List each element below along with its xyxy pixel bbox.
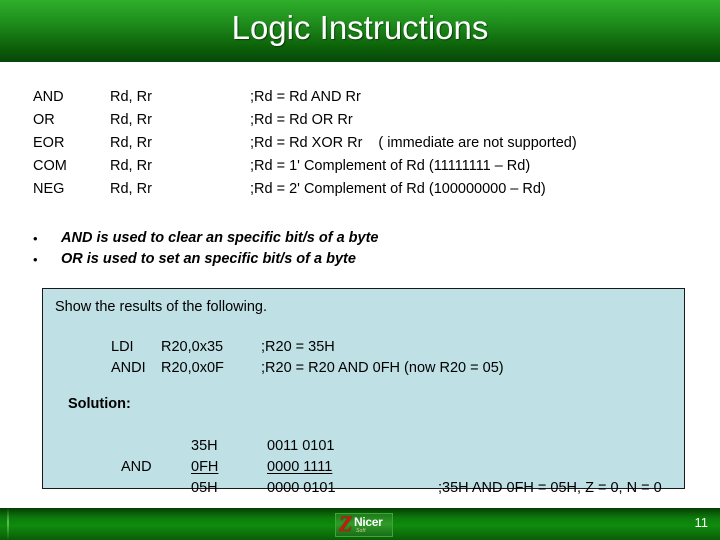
instruction-comment: ;Rd = Rd OR Rr [250,109,369,132]
list-item: • AND is used to clear an specific bit/s… [33,228,673,249]
instruction-comment-text: ;Rd = 1' Complement of Rd (11111111 – Rd… [250,158,531,174]
instruction-operands: Rd, Rr [110,112,152,128]
instruction-operands: Rd, Rr [110,158,152,174]
bullet-icon: • [33,252,38,267]
instruction-comment-text: ;Rd = Rd AND Rr [250,89,361,105]
instruction-operands: Rd, Rr [110,181,152,197]
code-opcode: ANDI [111,360,146,376]
instruction-comment: ;Rd = Rd XOR Rr ( immediate are not suppo… [250,132,577,155]
code-opcode: LDI [111,339,134,355]
list-item: • OR is used to set an specific bit/s of… [33,249,673,270]
instruction-mnemonic: NEG [33,181,65,197]
instruction-note [361,89,377,105]
instruction-note [546,181,562,197]
logo-badge: Z Nicer Soft [335,513,393,537]
example-box: Show the results of the following. LDI R… [42,288,686,496]
bullet-text: AND is used to clear an specific bit/s o… [61,230,379,246]
instruction-comment: ;Rd = Rd AND Rr [250,86,377,109]
instruction-table: AND Rd, Rr ;Rd = Rd AND Rr OR Rd, Rr ;Rd… [33,86,693,201]
calculation-row: 35H 0011 0101 [43,436,686,457]
code-comment: ;R20 = 35H [261,339,335,355]
instruction-mnemonic: AND [33,89,64,105]
calculation-binary: 0000 1111 [267,459,333,475]
calculation-hex: 0FH [191,459,219,475]
page-title: Logic Instructions [231,9,489,46]
example-prompt: Show the results of the following. [55,299,267,315]
instruction-mnemonic: EOR [33,135,65,151]
bullet-icon: • [33,231,38,246]
calculation-hex: 05H [191,480,218,496]
code-operands: R20,0x35 [161,339,224,355]
instruction-comment: ;Rd = 1' Complement of Rd (11111111 – Rd… [250,155,546,178]
footer-accent-line [7,508,9,540]
calculation-note: ;35H AND 0FH = 05H, Z = 0, N = 0 [438,480,662,496]
code-line: ANDI R20,0x0F ;R20 = R20 AND 0FH (now R2… [43,358,686,379]
code-block: LDI R20,0x35 ;R20 = 35H ANDI R20,0x0F ;R… [43,337,686,379]
calculation-operator: AND [121,459,152,475]
calculation-row: 05H 0000 0101 ;35H AND 0FH = 05H, Z = 0,… [43,478,686,499]
calculation-binary: 0011 0101 [267,438,335,454]
calculation-binary: 0000 0101 [267,480,336,496]
instruction-note [353,112,369,128]
bullet-text: OR is used to set an specific bit/s of a… [61,251,356,267]
instruction-mnemonic: OR [33,112,55,128]
solution-label: Solution: [68,396,131,412]
table-row: AND Rd, Rr ;Rd = Rd AND Rr [33,86,693,109]
instruction-comment-text: ;Rd = Rd XOR Rr [250,135,363,151]
table-row: NEG Rd, Rr ;Rd = 2' Complement of Rd (10… [33,178,693,201]
instruction-operands: Rd, Rr [110,135,152,151]
instruction-operands: Rd, Rr [110,89,152,105]
table-row: COM Rd, Rr ;Rd = 1' Complement of Rd (11… [33,155,693,178]
instruction-comment: ;Rd = 2' Complement of Rd (100000000 – R… [250,178,562,201]
instruction-comment-text: ;Rd = Rd OR Rr [250,112,353,128]
instruction-note [530,158,546,174]
table-row: EOR Rd, Rr ;Rd = Rd XOR Rr ( immediate ar… [33,132,693,155]
calculation-hex: 35H [191,438,218,454]
title-banner: Logic Instructions [0,0,720,62]
code-comment: ;R20 = R20 AND 0FH (now R20 = 05) [261,360,504,376]
calculation-block: 35H 0011 0101 AND 0FH 0000 1111 05H 0000… [43,436,686,499]
instruction-mnemonic: COM [33,158,67,174]
page-number: 11 [694,515,709,530]
table-row: OR Rd, Rr ;Rd = Rd OR Rr [33,109,693,132]
code-operands: R20,0x0F [161,360,224,376]
logo-z-icon: Z [339,513,353,536]
logo-tagline: Soft [356,528,366,534]
calculation-row: AND 0FH 0000 1111 [43,457,686,478]
code-line: LDI R20,0x35 ;R20 = 35H [43,337,686,358]
bullet-list: • AND is used to clear an specific bit/s… [33,228,673,270]
instruction-comment-text: ;Rd = 2' Complement of Rd (100000000 – R… [250,181,546,197]
instruction-note: ( immediate are not supported) [378,135,577,151]
